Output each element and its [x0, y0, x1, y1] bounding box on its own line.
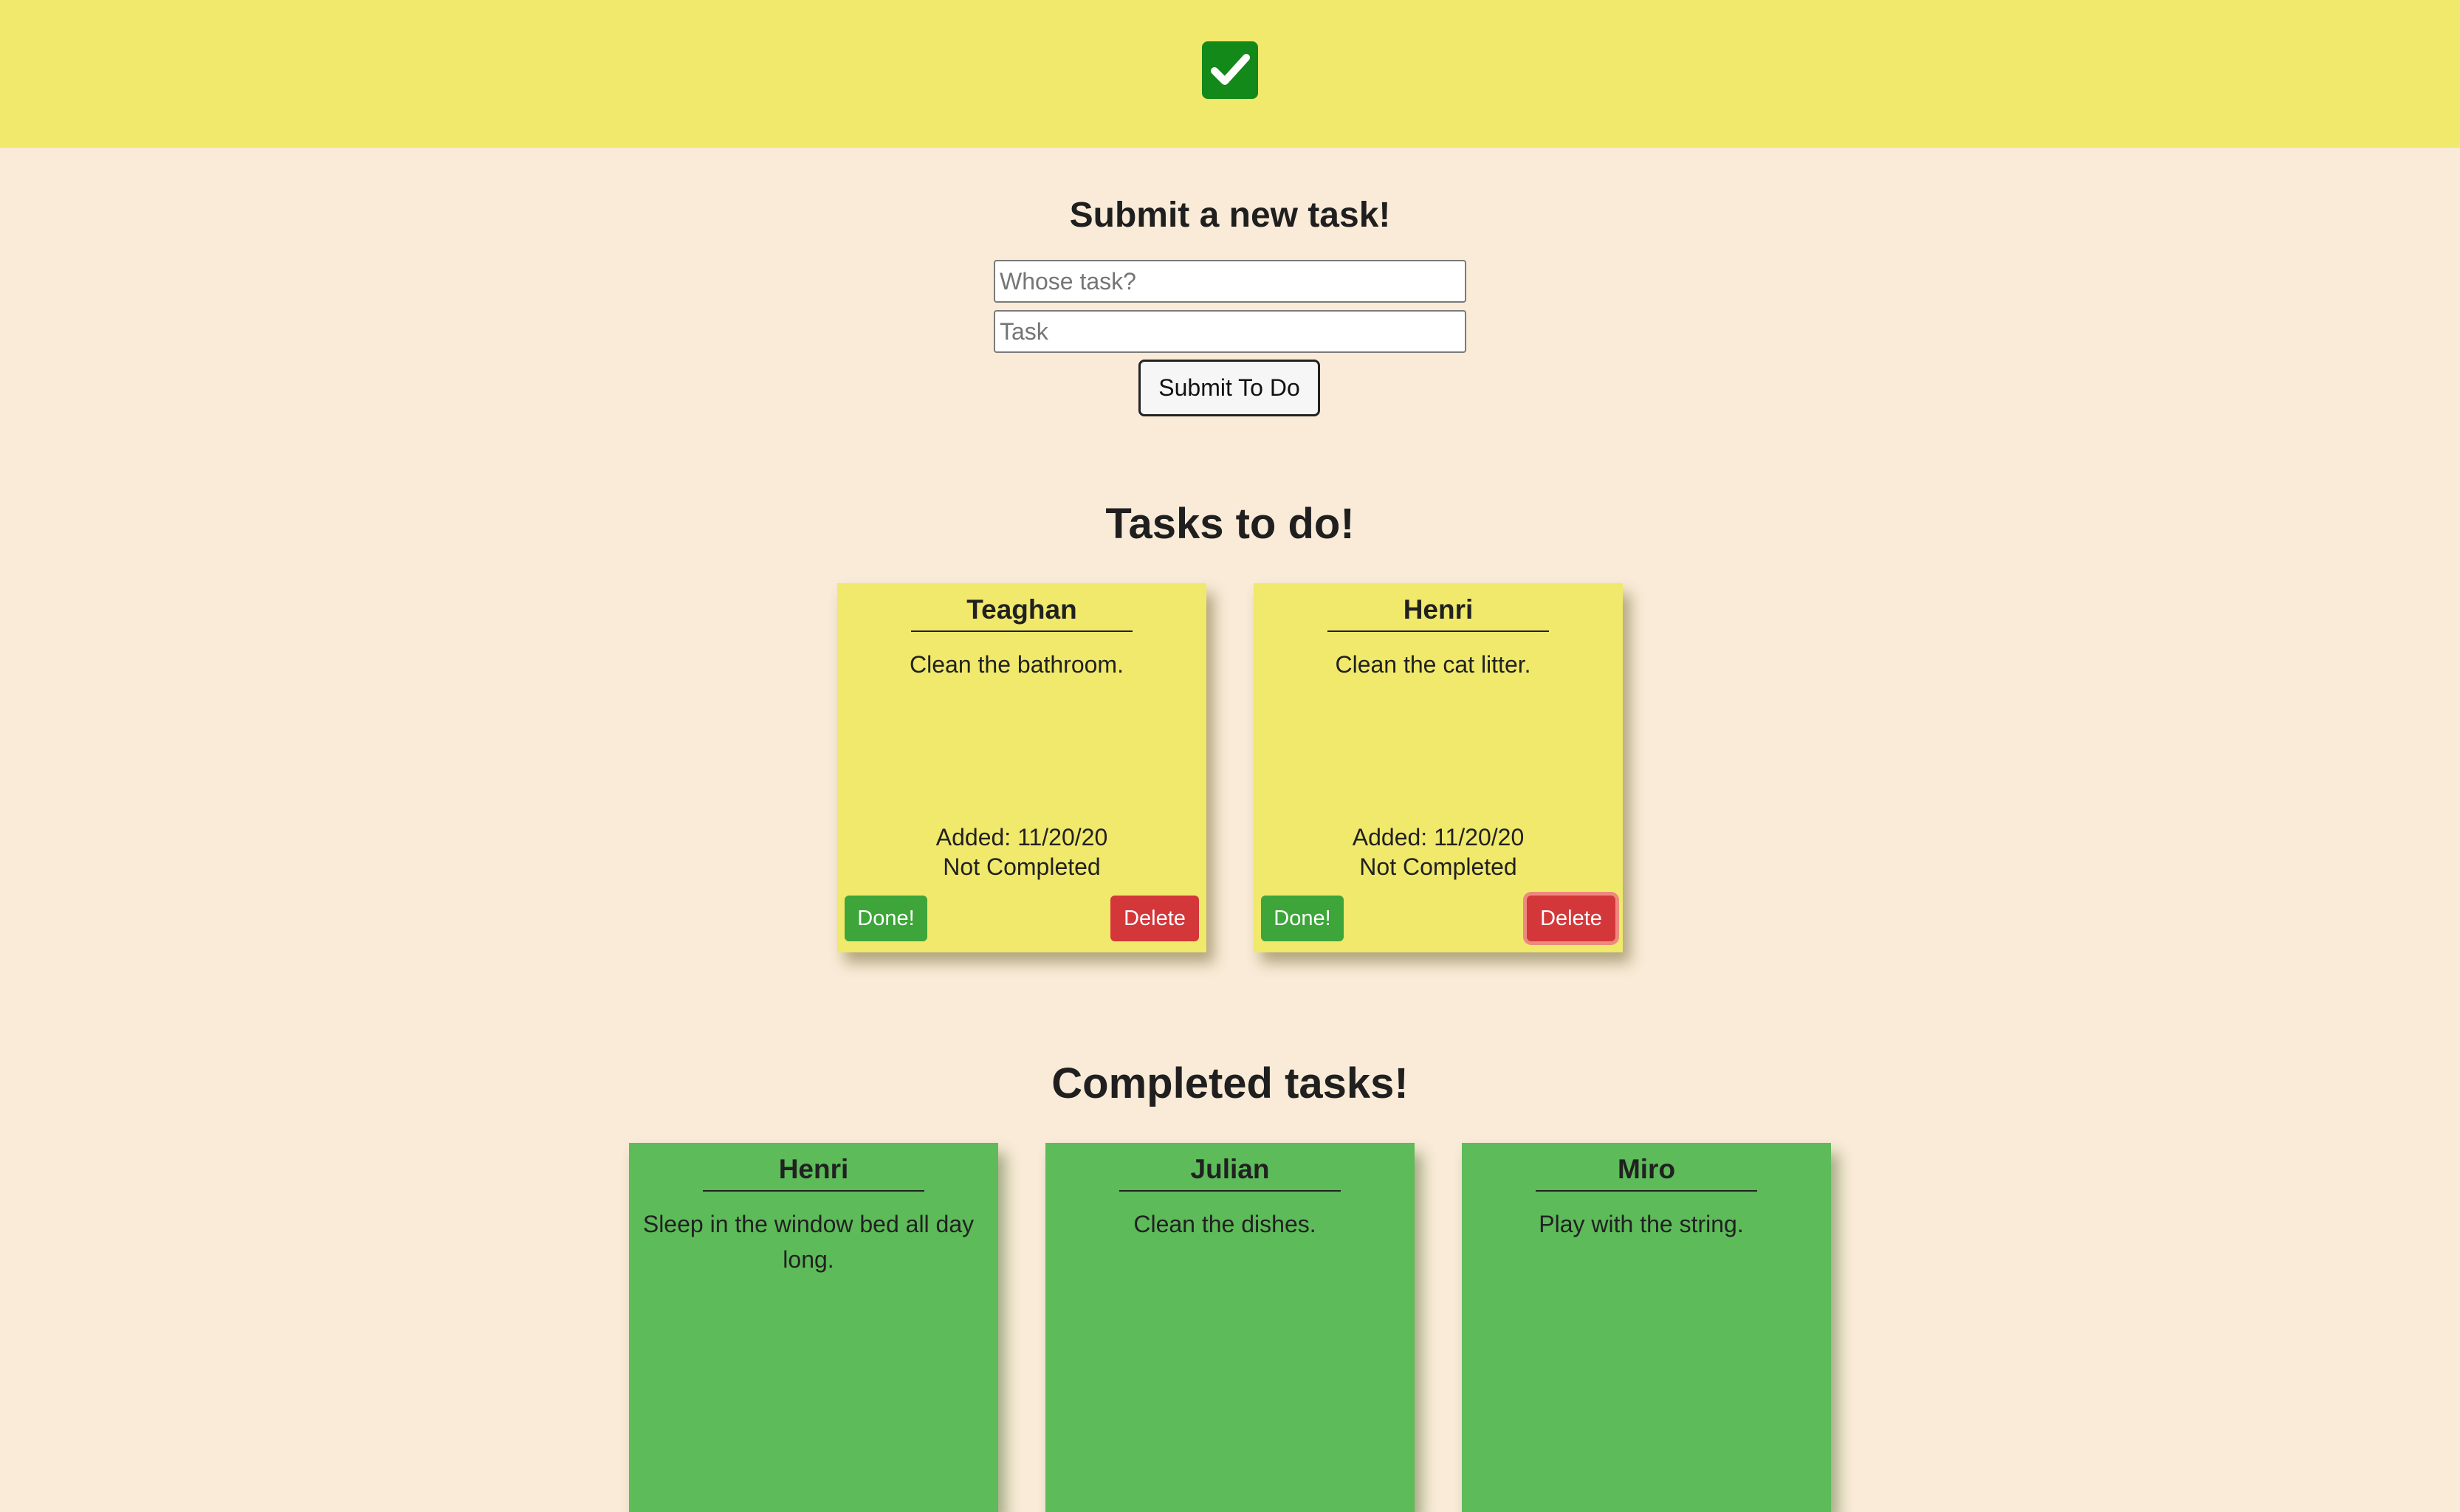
submit-todo-button[interactable]: Submit To Do: [1138, 360, 1320, 416]
delete-button[interactable]: Delete: [1110, 896, 1199, 941]
todo-section-title: Tasks to do!: [1105, 500, 1355, 548]
card-owner: Henri: [703, 1147, 924, 1192]
card-added-date: Added: 11/20/20: [1352, 824, 1525, 850]
card-owner: Teaghan: [911, 588, 1133, 632]
checkbox-check-icon: [1202, 41, 1258, 99]
card-task-text: Clean the bathroom.: [910, 651, 1124, 678]
card-owner: Julian: [1119, 1147, 1341, 1192]
owner-input[interactable]: [994, 260, 1466, 303]
delete-button[interactable]: Delete: [1527, 896, 1615, 941]
card-status: Not Completed: [1359, 853, 1517, 880]
card-task-text: Play with the string.: [1539, 1211, 1744, 1237]
card-added-date: Added: 11/20/20: [935, 824, 1108, 850]
card-status: Not Completed: [943, 853, 1101, 880]
card-task-text: Sleep in the window bed all day long.: [642, 1211, 975, 1273]
completed-card: Henri Sleep in the window bed all day lo…: [629, 1143, 998, 1512]
app-header: [0, 0, 2460, 148]
done-button[interactable]: Done!: [1261, 896, 1344, 941]
todo-card: Henri Clean the cat litter. Added: 11/20…: [1254, 583, 1623, 952]
completed-card: Miro Play with the string.: [1462, 1143, 1831, 1512]
card-task-text: Clean the cat litter.: [1335, 651, 1531, 678]
task-input[interactable]: [994, 310, 1466, 353]
card-owner: Miro: [1536, 1147, 1757, 1192]
done-button[interactable]: Done!: [845, 896, 927, 941]
completed-section-title: Completed tasks!: [1051, 1059, 1409, 1107]
card-owner: Henri: [1327, 588, 1549, 632]
submit-form-title: Submit a new task!: [1069, 196, 1391, 235]
completed-card: Julian Clean the dishes.: [1045, 1143, 1415, 1512]
card-task-text: Clean the dishes.: [1133, 1211, 1316, 1237]
todo-card: Teaghan Clean the bathroom. Added: 11/20…: [837, 583, 1206, 952]
